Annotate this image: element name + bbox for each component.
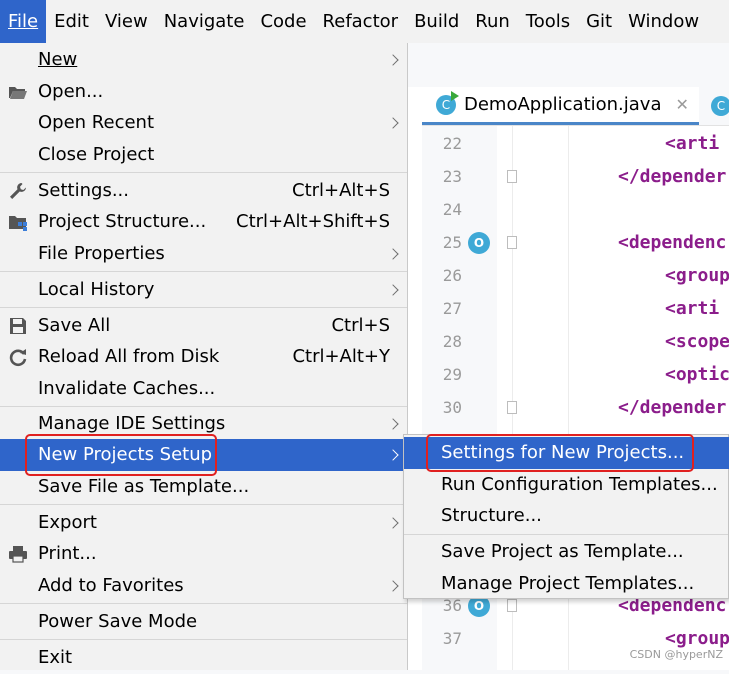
- menu-separator: [0, 504, 407, 505]
- menu-bar: File Edit View Navigate Code Refactor Bu…: [0, 0, 729, 43]
- chevron-right-icon: [387, 54, 399, 66]
- submenu-item-run-configuration-templates[interactable]: Run Configuration Templates...: [404, 469, 729, 501]
- code-line[interactable]: 22 <arti: [422, 129, 729, 162]
- submenu-item-save-project-as-template[interactable]: Save Project as Template...: [404, 536, 729, 568]
- fold-marker[interactable]: [507, 170, 517, 183]
- code-line[interactable]: 30 </depender: [422, 393, 729, 426]
- chevron-right-icon: [387, 248, 399, 260]
- menu-separator: [0, 639, 407, 640]
- menu-item-reload-all[interactable]: Reload All from Disk Ctrl+Alt+Y: [0, 341, 407, 373]
- menu-separator: [0, 307, 407, 308]
- menu-item-exit[interactable]: Exit: [0, 642, 407, 674]
- menu-navigate[interactable]: Navigate: [156, 0, 253, 43]
- menu-edit[interactable]: Edit: [46, 0, 97, 43]
- highlight-box: [426, 434, 694, 472]
- submenu-item-structure[interactable]: Structure...: [404, 500, 729, 532]
- chevron-right-icon: [387, 449, 399, 461]
- menu-tools[interactable]: Tools: [518, 0, 578, 43]
- menu-item-settings[interactable]: Settings... Ctrl+Alt+S: [0, 175, 407, 207]
- printer-icon: [9, 546, 27, 563]
- java-class-icon: C: [710, 96, 729, 116]
- chevron-right-icon: [387, 117, 399, 129]
- menu-file[interactable]: File: [0, 0, 47, 43]
- menu-view[interactable]: View: [97, 0, 156, 43]
- fold-marker[interactable]: [507, 599, 517, 612]
- fold-marker[interactable]: [507, 401, 517, 414]
- submenu-item-manage-project-templates[interactable]: Manage Project Templates...: [404, 568, 729, 600]
- editor-tabs: C DemoApplication.java ✕ C: [422, 87, 729, 126]
- menu-separator: [0, 406, 407, 407]
- tab-demo-application[interactable]: C DemoApplication.java ✕: [422, 87, 699, 125]
- menu-item-print[interactable]: Print...: [0, 538, 407, 570]
- menu-item-open-recent[interactable]: Open Recent: [0, 107, 407, 139]
- chevron-right-icon: [387, 418, 399, 430]
- menu-item-add-to-favorites[interactable]: Add to Favorites: [0, 570, 407, 602]
- menu-separator: [0, 271, 407, 272]
- override-gutter-icon[interactable]: O: [468, 232, 490, 254]
- menu-build[interactable]: Build: [406, 0, 467, 43]
- tab-label: DemoApplication.java: [464, 94, 662, 115]
- save-icon: [10, 318, 26, 334]
- menu-item-file-properties[interactable]: File Properties: [0, 238, 407, 270]
- project-structure-icon: [9, 216, 27, 231]
- fold-marker[interactable]: [507, 236, 517, 249]
- menu-item-new[interactable]: New: [0, 44, 407, 76]
- menu-separator: [0, 172, 407, 173]
- chevron-right-icon: [387, 580, 399, 592]
- menu-refactor[interactable]: Refactor: [315, 0, 407, 43]
- menu-git[interactable]: Git: [578, 0, 620, 43]
- chevron-right-icon: [387, 517, 399, 529]
- code-line[interactable]: 23 </depender: [422, 162, 729, 195]
- code-line[interactable]: 28 <scope: [422, 327, 729, 360]
- code-line[interactable]: 25 O <dependenc: [422, 228, 729, 261]
- code-line[interactable]: 24: [422, 195, 729, 228]
- menu-item-open[interactable]: Open...: [0, 76, 407, 108]
- tab-next[interactable]: C: [699, 96, 729, 116]
- menu-item-local-history[interactable]: Local History: [0, 274, 407, 306]
- code-line[interactable]: 27 <arti: [422, 294, 729, 327]
- menu-separator: [404, 534, 728, 535]
- menu-separator: [0, 603, 407, 604]
- highlight-box: [25, 434, 217, 476]
- code-line[interactable]: 29 <optic: [422, 360, 729, 393]
- menu-item-invalidate-caches[interactable]: Invalidate Caches...: [0, 373, 407, 405]
- menu-code[interactable]: Code: [252, 0, 314, 43]
- watermark: CSDN @hyperNZ: [629, 648, 723, 661]
- menu-window[interactable]: Window: [620, 0, 707, 43]
- java-class-icon: C: [436, 90, 459, 115]
- menu-item-close-project[interactable]: Close Project: [0, 139, 407, 171]
- chevron-right-icon: [387, 284, 399, 296]
- menu-run[interactable]: Run: [467, 0, 518, 43]
- file-menu-dropdown: New Open... Open Recent Close Project Se…: [0, 43, 408, 670]
- menu-item-project-structure[interactable]: Project Structure... Ctrl+Alt+Shift+S: [0, 206, 407, 238]
- reload-icon: [9, 349, 27, 367]
- folder-open-icon: [9, 87, 27, 99]
- code-line[interactable]: 26 <group: [422, 261, 729, 294]
- menu-item-save-all[interactable]: Save All Ctrl+S: [0, 310, 407, 342]
- menu-item-power-save-mode[interactable]: Power Save Mode: [0, 606, 407, 638]
- close-icon[interactable]: ✕: [676, 95, 689, 114]
- menu-item-export[interactable]: Export: [0, 507, 407, 539]
- wrench-icon: [10, 183, 26, 199]
